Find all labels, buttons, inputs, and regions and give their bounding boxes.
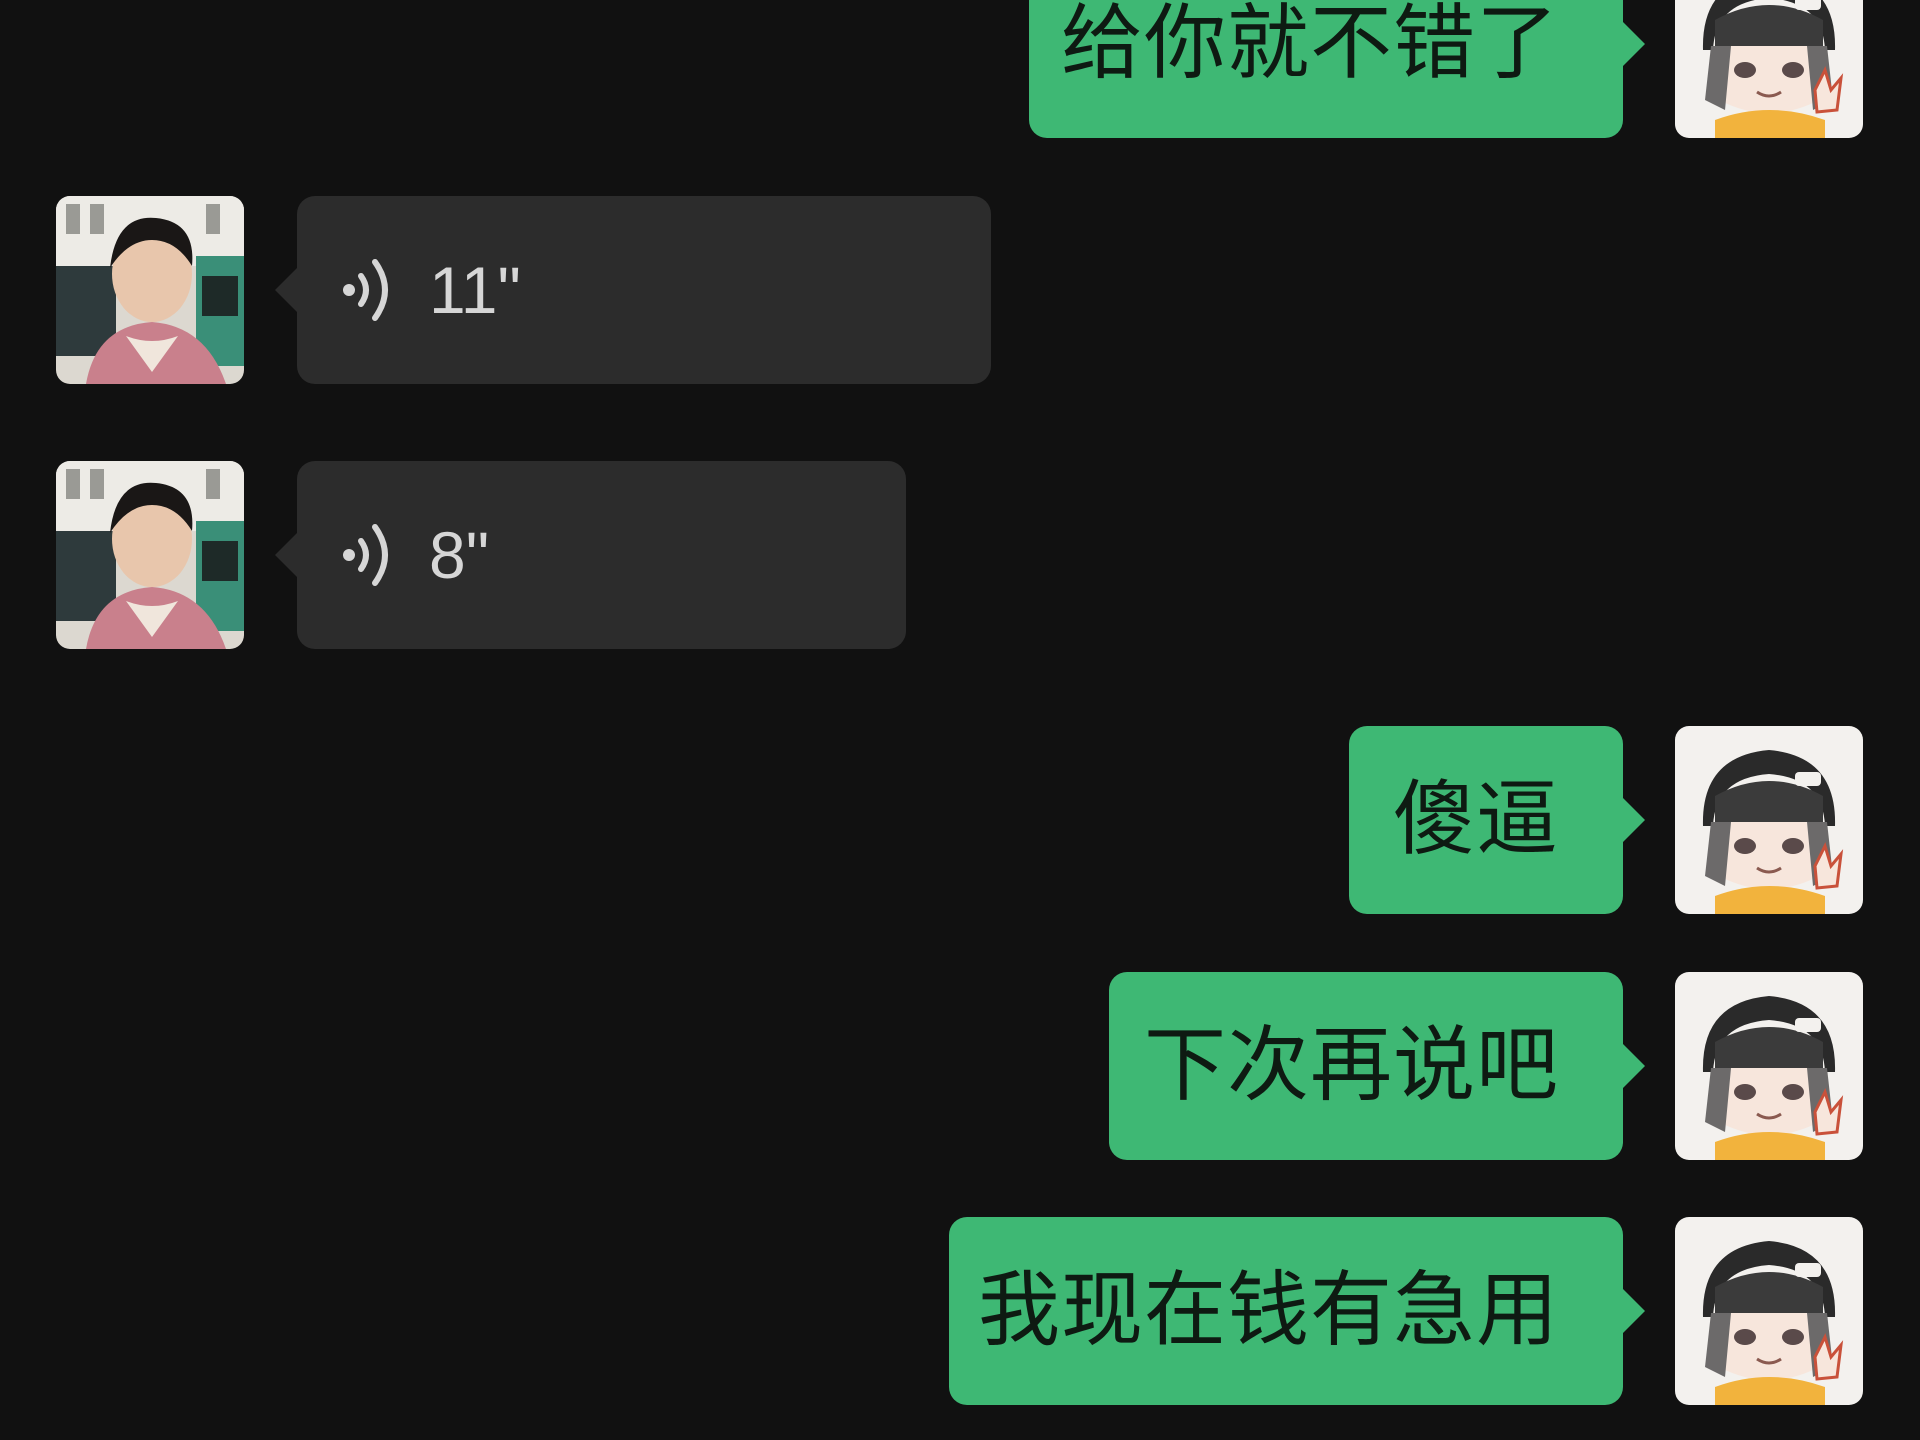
anime-girl-avatar-icon	[1675, 1217, 1863, 1405]
contact-avatar[interactable]	[56, 196, 244, 384]
message-text: 傻逼	[1392, 772, 1559, 867]
self-avatar[interactable]	[1675, 726, 1863, 914]
chat-message-list[interactable]: 给你就不错了 11" 8" 傻逼 下次再说吧 我现在钱有急用	[0, 0, 1920, 1440]
voice-duration: 11"	[429, 253, 521, 327]
self-avatar[interactable]	[1675, 1217, 1863, 1405]
voice-wave-icon	[339, 248, 399, 332]
anime-girl-avatar-icon	[1675, 972, 1863, 1160]
message-text: 下次再说吧	[1143, 1018, 1559, 1113]
message-bubble-self[interactable]: 给你就不错了	[1029, 0, 1645, 138]
message-bubble-self[interactable]: 傻逼	[1349, 726, 1645, 914]
anime-girl-avatar-icon	[1675, 726, 1863, 914]
voice-wave-icon	[339, 513, 399, 597]
message-bubble-self[interactable]: 下次再说吧	[1109, 972, 1645, 1160]
message-text: 给你就不错了	[1060, 0, 1559, 91]
voice-duration: 8"	[429, 518, 490, 592]
message-bubble-self[interactable]: 我现在钱有急用	[949, 1217, 1645, 1405]
self-avatar[interactable]	[1675, 972, 1863, 1160]
message-text: 我现在钱有急用	[977, 1263, 1559, 1358]
man-photo-avatar-icon	[56, 196, 244, 384]
message-bubble-voice[interactable]: 11"	[275, 196, 991, 384]
man-photo-avatar-icon	[56, 461, 244, 649]
contact-avatar[interactable]	[56, 461, 244, 649]
anime-girl-avatar-icon	[1675, 0, 1863, 138]
self-avatar[interactable]	[1675, 0, 1863, 138]
message-bubble-voice[interactable]: 8"	[275, 461, 906, 649]
